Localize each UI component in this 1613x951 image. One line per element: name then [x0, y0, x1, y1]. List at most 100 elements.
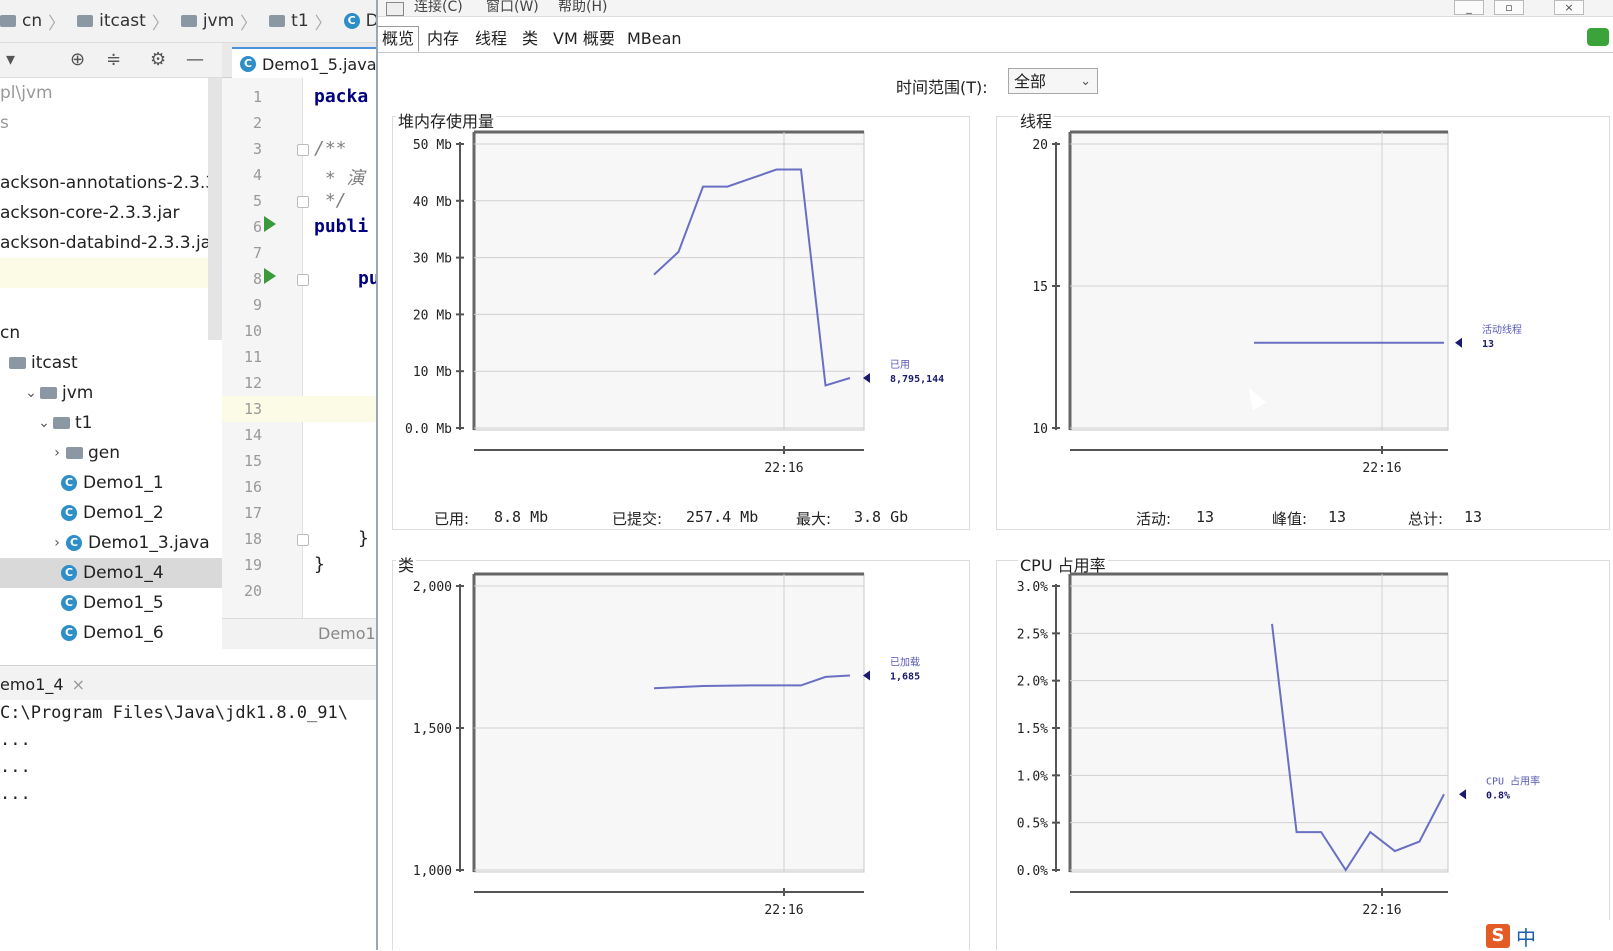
x-tick-label: 22:16: [764, 461, 803, 476]
run-icon[interactable]: [264, 268, 276, 284]
locate-icon[interactable]: ⊕: [70, 49, 85, 70]
chevron-right-icon[interactable]: ›: [48, 438, 66, 468]
maximize-button[interactable]: ▫: [1494, 0, 1524, 15]
console-output: C:\Program Files\Java\jdk1.8.0_91\ ... .…: [0, 700, 376, 950]
tab-overview[interactable]: 概览: [378, 26, 420, 52]
tree-item[interactable]: ackson-core-2.3.3.jar: [0, 198, 222, 228]
code-line[interactable]: * 演: [314, 164, 365, 190]
class-icon: C: [61, 475, 77, 491]
x-tick-label: 22:16: [764, 903, 803, 918]
breadcrumb-item[interactable]: CDemo1_: [343, 11, 376, 31]
value-tooltip-label: CPU 占用率: [1486, 774, 1540, 787]
code-line[interactable]: pu: [358, 268, 376, 289]
tree-item[interactable]: C Demo1_1: [0, 468, 222, 498]
y-tick-label: 15: [1032, 280, 1048, 295]
line-number: 20: [243, 582, 262, 600]
close-button[interactable]: ×: [1554, 0, 1584, 15]
menu-connect[interactable]: 连接(C): [414, 0, 463, 16]
footer-label: 已提交:: [612, 510, 663, 528]
tree-item[interactable]: [0, 288, 222, 318]
breadcrumb-item[interactable]: itcast 〉: [77, 9, 175, 34]
class-icon: C: [61, 505, 77, 521]
tree-item[interactable]: [0, 258, 222, 288]
footer-value: 257.4 Mb: [686, 508, 759, 526]
tree-scrollbar[interactable]: [208, 78, 222, 340]
run-icon[interactable]: [264, 216, 276, 232]
footer-label: 已用:: [434, 510, 470, 528]
tree-item[interactable]: [0, 138, 222, 168]
y-tick-label: 1.0%: [1017, 769, 1048, 784]
time-range-label: 时间范围(T):: [896, 78, 988, 97]
minimize-icon[interactable]: —: [186, 49, 204, 70]
minimize-button[interactable]: _: [1454, 0, 1484, 15]
y-tick-label: 0.0 Mb: [405, 422, 452, 437]
class-icon: C: [61, 565, 77, 581]
menu-window[interactable]: 窗口(W): [486, 0, 539, 16]
dropdown-icon[interactable]: ▾: [6, 49, 15, 70]
line-number: 17: [243, 504, 262, 522]
code-line[interactable]: */: [314, 190, 347, 211]
code-line[interactable]: }: [358, 528, 369, 549]
ime-toolbar[interactable]: S 中: [1486, 920, 1613, 950]
code-line[interactable]: /**: [314, 138, 347, 159]
tree-item[interactable]: C Demo1_6: [0, 618, 222, 648]
footer-label: 峰值:: [1272, 510, 1308, 528]
tree-item[interactable]: C Demo1_5: [0, 588, 222, 618]
plot-area: [1069, 131, 1449, 431]
tree-item[interactable]: ackson-annotations-2.3.3.jar: [0, 168, 244, 198]
tree-item[interactable]: itcast: [0, 348, 222, 378]
tree-item[interactable]: C Demo1_2: [0, 498, 222, 528]
close-icon[interactable]: ×: [72, 675, 85, 694]
tab-run-demo1-4[interactable]: emo1_4 ×: [0, 670, 93, 698]
menu-help[interactable]: 帮助(H): [558, 0, 607, 16]
chevron-down-icon[interactable]: ⌄: [22, 378, 40, 408]
tree-item-label: Demo1_6: [83, 623, 164, 643]
tree-item[interactable]: s: [0, 108, 222, 138]
fold-icon[interactable]: [297, 274, 309, 286]
breadcrumb-item[interactable]: cn 〉: [0, 9, 71, 34]
console-line: ...: [0, 784, 31, 804]
tab-demo1-5[interactable]: C Demo1_5.java: [232, 47, 376, 79]
gear-icon[interactable]: ⚙: [150, 49, 166, 70]
tab-threads[interactable]: 线程: [470, 26, 512, 52]
x-tick-label: 22:16: [1362, 903, 1401, 918]
fold-icon[interactable]: [297, 196, 309, 208]
collapse-icon[interactable]: ≑: [106, 49, 121, 70]
ime-language[interactable]: 中: [1516, 922, 1536, 951]
threads-chart: 22:16 10 15 20 活动线程 13: [1032, 130, 1522, 476]
tree-item-label: Demo1_3.java: [88, 533, 210, 553]
tree-item[interactable]: cn: [0, 318, 222, 348]
tree-item[interactable]: › gen: [0, 438, 222, 468]
code-line[interactable]: packa: [314, 86, 368, 107]
tree-item[interactable]: ackson-databind-2.3.3.jar: [0, 228, 222, 258]
ide-window: cn〉 itcast〉 jvm〉 t1〉 CDemo1_ ▾ ⊕ ≑ ⚙ — C…: [0, 0, 376, 950]
value-tooltip-value: 8,795,144: [890, 374, 944, 385]
tree-item[interactable]: pl\jvm: [0, 78, 222, 108]
folder-icon: [66, 447, 83, 459]
fold-icon[interactable]: [297, 534, 309, 546]
tree-item-label: ackson-databind-2.3.3.jar: [0, 233, 219, 253]
tree-item[interactable]: › C Demo1_3.java: [0, 528, 222, 558]
tab-memory[interactable]: 内存: [422, 26, 464, 52]
tab-classes[interactable]: 类: [517, 26, 543, 52]
tab-mbean[interactable]: MBean: [622, 26, 687, 52]
footer-value: 13: [1464, 508, 1483, 526]
tree-item-label: Demo1_2: [83, 503, 164, 523]
tree-item[interactable]: C Demo1_4: [0, 558, 222, 588]
fold-icon[interactable]: [297, 144, 309, 156]
chevron-down-icon[interactable]: ⌄: [35, 408, 53, 438]
breadcrumb-item[interactable]: jvm 〉: [180, 9, 263, 34]
tree-item[interactable]: ⌄ t1: [0, 408, 222, 438]
tab-vm-summary[interactable]: VM 概要: [548, 26, 620, 52]
code-line[interactable]: }: [314, 554, 325, 575]
time-range-select[interactable]: 全部 ⌄: [1008, 68, 1098, 94]
y-tick-label: 2.0%: [1017, 675, 1048, 690]
breadcrumb-item[interactable]: t1 〉: [269, 9, 337, 34]
console-line: C:\Program Files\Java\jdk1.8.0_91\: [0, 703, 348, 723]
code-line[interactable]: publi: [314, 216, 368, 237]
footer-value: 13: [1328, 508, 1347, 526]
footer-label: 最大:: [796, 510, 832, 528]
chevron-right-icon[interactable]: ›: [48, 528, 66, 558]
tree-item[interactable]: ⌄ jvm: [0, 378, 222, 408]
tree-item-label: Demo1_5: [83, 593, 164, 613]
